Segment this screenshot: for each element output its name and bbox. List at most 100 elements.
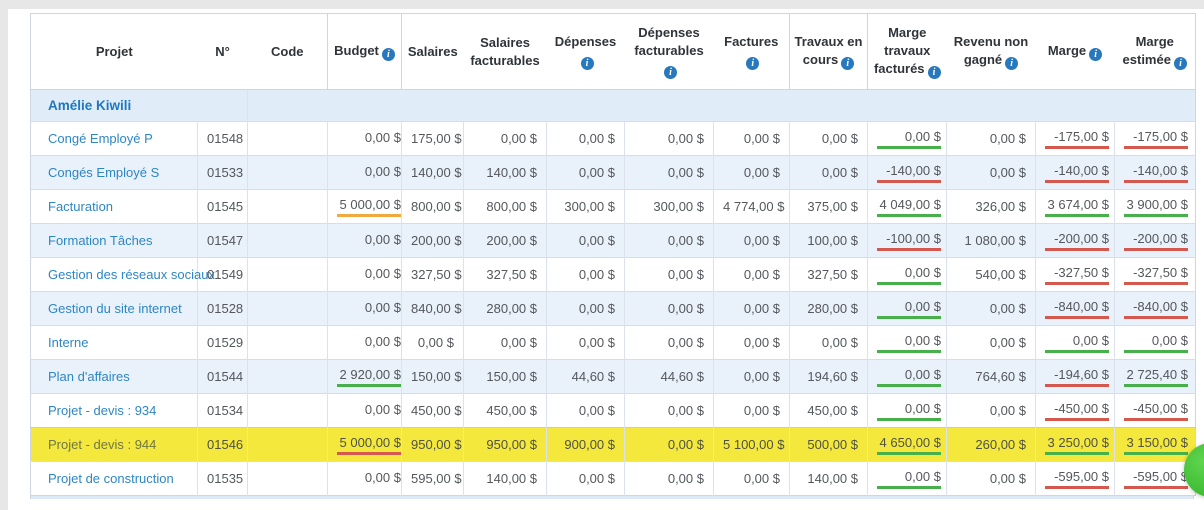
cell-value: 900,00 $ <box>564 437 615 452</box>
cell-factures: 0,00 $ <box>714 156 790 190</box>
project-code <box>248 224 328 258</box>
cell-salaires: 0,00 $ <box>402 326 464 360</box>
cell-revenu_non_gagne: 0,00 $ <box>947 122 1036 156</box>
cell-value: -450,00 $ <box>1124 401 1188 421</box>
cell-value: 0,00 $ <box>668 165 704 180</box>
info-icon[interactable]: i <box>746 57 759 70</box>
column-header-number: N° <box>198 14 248 90</box>
cell-value: 950,00 $ <box>486 437 537 452</box>
info-icon[interactable]: i <box>581 57 594 70</box>
cell-marge_estimee: 3 150,00 $ <box>1115 428 1196 462</box>
project-link[interactable]: Congé Employé P <box>48 131 153 146</box>
info-icon[interactable]: i <box>1174 57 1187 70</box>
cell-factures: 0,00 $ <box>714 326 790 360</box>
cell-depenses_facturables: 0,00 $ <box>625 462 714 496</box>
cell-salaires_facturables: 150,00 $ <box>464 360 547 394</box>
cell-salaires: 800,00 $ <box>402 190 464 224</box>
cell-value: -140,00 $ <box>1124 163 1188 183</box>
project-code <box>248 428 328 462</box>
project-link[interactable]: Formation Tâches <box>48 233 153 248</box>
info-icon[interactable]: i <box>841 57 854 70</box>
cell-depenses_facturables: 0,00 $ <box>625 292 714 326</box>
cell-value: 150,00 $ <box>411 369 462 384</box>
cell-revenu_non_gagne: 0,00 $ <box>947 326 1036 360</box>
cell-marge: -140,00 $ <box>1036 156 1115 190</box>
table-row: Congé Employé P015480,00 $175,00 $0,00 $… <box>31 122 1196 156</box>
info-icon[interactable]: i <box>928 66 941 79</box>
table-row: Projet - devis : 934015340,00 $450,00 $4… <box>31 394 1196 428</box>
cell-depenses: 0,00 $ <box>547 462 625 496</box>
cell-value: 300,00 $ <box>564 199 615 214</box>
cell-value: 0,00 $ <box>877 265 941 285</box>
cell-value: -194,60 $ <box>1045 367 1109 387</box>
cell-depenses: 0,00 $ <box>547 122 625 156</box>
cell-value: 0,00 $ <box>990 471 1026 486</box>
cell-marge: -200,00 $ <box>1036 224 1115 258</box>
project-link[interactable]: Projet - devis : 944 <box>48 437 156 452</box>
project-link[interactable]: Congés Employé S <box>48 165 159 180</box>
cell-factures: 5 100,00 $ <box>714 428 790 462</box>
project-code <box>248 190 328 224</box>
project-code <box>248 258 328 292</box>
cell-travaux_en_cours: 0,00 $ <box>790 122 868 156</box>
cell-depenses: 0,00 $ <box>547 326 625 360</box>
cell-value: 0,00 $ <box>337 470 401 487</box>
cell-value: 100,00 $ <box>807 233 858 248</box>
cell-salaires: 150,00 $ <box>402 360 464 394</box>
info-icon[interactable]: i <box>1089 48 1102 61</box>
info-icon[interactable]: i <box>664 66 677 79</box>
cell-marge: -840,00 $ <box>1036 292 1115 326</box>
cell-value: 800,00 $ <box>411 199 462 214</box>
table-body: Amélie KiwiliCongé Employé P015480,00 $1… <box>31 90 1196 496</box>
cell-salaires: 175,00 $ <box>402 122 464 156</box>
cell-revenu_non_gagne: 0,00 $ <box>947 394 1036 428</box>
cell-travaux_en_cours: 280,00 $ <box>790 292 868 326</box>
project-link[interactable]: Projet de construction <box>48 471 174 486</box>
cell-marge_estimee: -840,00 $ <box>1115 292 1196 326</box>
cell-value: -140,00 $ <box>877 163 941 183</box>
cell-depenses: 44,60 $ <box>547 360 625 394</box>
cell-revenu_non_gagne: 764,60 $ <box>947 360 1036 394</box>
project-link[interactable]: Projet - devis : 934 <box>48 403 156 418</box>
table-header: ProjetN°CodeBudgetiSalairesSalaires fact… <box>31 14 1196 90</box>
project-code <box>248 326 328 360</box>
cell-depenses: 900,00 $ <box>547 428 625 462</box>
cell-value: 0,00 $ <box>337 334 401 351</box>
cell-marge_estimee: -140,00 $ <box>1115 156 1196 190</box>
cell-marge_estimee: 2 725,40 $ <box>1115 360 1196 394</box>
cell-marge: 3 250,00 $ <box>1036 428 1115 462</box>
cell-marge: 3 674,00 $ <box>1036 190 1115 224</box>
cell-value: 0,00 $ <box>668 267 704 282</box>
cell-value: -175,00 $ <box>1124 129 1188 149</box>
cell-salaires: 840,00 $ <box>402 292 464 326</box>
cell-salaires_facturables: 140,00 $ <box>464 156 547 190</box>
cell-marge_travaux_factures: 4 650,00 $ <box>868 428 947 462</box>
cell-marge_travaux_factures: 0,00 $ <box>868 462 947 496</box>
cell-value: -327,50 $ <box>1124 265 1188 285</box>
info-icon[interactable]: i <box>382 48 395 61</box>
project-link[interactable]: Plan d'affaires <box>48 369 130 384</box>
project-link[interactable]: Interne <box>48 335 88 350</box>
cell-factures: 0,00 $ <box>714 462 790 496</box>
column-header-depenses: Dépensesi <box>547 14 625 90</box>
cell-value: 260,00 $ <box>975 437 1026 452</box>
cell-value: 327,50 $ <box>807 267 858 282</box>
info-icon[interactable]: i <box>1005 57 1018 70</box>
cell-budget: 0,00 $ <box>328 156 402 190</box>
column-header-marge_estimee: Marge estiméei <box>1115 14 1196 90</box>
project-code <box>248 156 328 190</box>
cell-salaires: 950,00 $ <box>402 428 464 462</box>
cell-value: 0,00 $ <box>744 335 780 350</box>
project-link[interactable]: Facturation <box>48 199 113 214</box>
cell-budget: 0,00 $ <box>328 224 402 258</box>
table-row: Facturation015455 000,00 $800,00 $800,00… <box>31 190 1196 224</box>
project-link[interactable]: Gestion des réseaux sociaux <box>48 267 215 282</box>
cell-value: 0,00 $ <box>744 369 780 384</box>
cell-marge_travaux_factures: 0,00 $ <box>868 326 947 360</box>
column-header-revenu_non_gagne: Revenu non gagnéi <box>947 14 1036 90</box>
cell-value: 0,00 $ <box>744 301 780 316</box>
cell-factures: 0,00 $ <box>714 122 790 156</box>
cell-marge_estimee: 3 900,00 $ <box>1115 190 1196 224</box>
project-link[interactable]: Gestion du site internet <box>48 301 182 316</box>
column-header-code: Code <box>248 14 328 90</box>
